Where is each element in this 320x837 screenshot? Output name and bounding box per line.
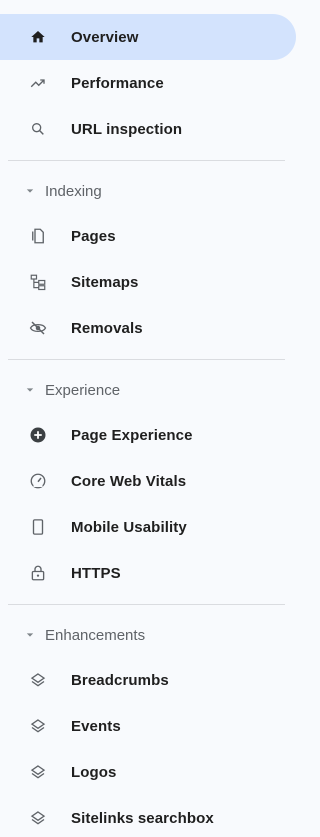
sidebar-item-label: Core Web Vitals [71, 472, 187, 490]
sidebar-item-label: Events [71, 717, 121, 735]
layers-icon [28, 670, 48, 690]
search-icon [28, 119, 48, 139]
home-icon [28, 27, 48, 47]
sidebar-item-label: Breadcrumbs [71, 671, 169, 689]
section-header-experience[interactable]: Experience [0, 368, 303, 412]
sidebar-item-label: Mobile Usability [71, 518, 187, 536]
trending-up-icon [28, 73, 48, 93]
sidebar-item-label: Overview [71, 28, 139, 46]
sidebar-item-page-experience[interactable]: Page Experience [0, 412, 296, 458]
pages-icon [28, 226, 48, 246]
visibility-off-icon [28, 318, 48, 338]
sitemap-icon [28, 272, 48, 292]
sidebar-item-logos[interactable]: Logos [0, 749, 296, 795]
sidebar-nav: Overview Performance URL inspection Inde… [0, 0, 303, 837]
sidebar-item-sitelinks-searchbox[interactable]: Sitelinks searchbox [0, 795, 296, 837]
divider [8, 604, 285, 605]
sidebar-item-sitemaps[interactable]: Sitemaps [0, 259, 296, 305]
caret-down-icon [24, 629, 36, 641]
section-title: Experience [45, 381, 121, 399]
section-title: Enhancements [45, 626, 146, 644]
divider [8, 160, 285, 161]
sidebar-item-pages[interactable]: Pages [0, 213, 296, 259]
sidebar-item-label: Pages [71, 227, 116, 245]
sidebar-item-label: Performance [71, 74, 164, 92]
sidebar-item-url-inspection[interactable]: URL inspection [0, 106, 296, 152]
sidebar-item-label: Page Experience [71, 426, 193, 444]
caret-down-icon [24, 185, 36, 197]
sidebar-item-events[interactable]: Events [0, 703, 296, 749]
layers-icon [28, 716, 48, 736]
speed-gauge-icon [28, 471, 48, 491]
sidebar-item-removals[interactable]: Removals [0, 305, 296, 351]
sidebar-item-overview[interactable]: Overview [0, 14, 296, 60]
layers-icon [28, 762, 48, 782]
layers-icon [28, 808, 48, 828]
section-header-enhancements[interactable]: Enhancements [0, 613, 303, 657]
sidebar-item-https[interactable]: HTTPS [0, 550, 296, 596]
sidebar-item-label: URL inspection [71, 120, 183, 138]
sidebar-item-label: Logos [71, 763, 117, 781]
smartphone-icon [28, 517, 48, 537]
sidebar-item-core-web-vitals[interactable]: Core Web Vitals [0, 458, 296, 504]
caret-down-icon [24, 384, 36, 396]
section-header-indexing[interactable]: Indexing [0, 169, 303, 213]
sidebar-item-label: Sitelinks searchbox [71, 809, 214, 827]
divider [8, 359, 285, 360]
sidebar-item-label: Removals [71, 319, 143, 337]
add-circle-icon [28, 425, 48, 445]
sidebar-item-label: HTTPS [71, 564, 121, 582]
sidebar-item-mobile-usability[interactable]: Mobile Usability [0, 504, 296, 550]
sidebar-item-breadcrumbs[interactable]: Breadcrumbs [0, 657, 296, 703]
sidebar-item-performance[interactable]: Performance [0, 60, 296, 106]
sidebar-item-label: Sitemaps [71, 273, 139, 291]
section-title: Indexing [45, 182, 102, 200]
lock-icon [28, 563, 48, 583]
